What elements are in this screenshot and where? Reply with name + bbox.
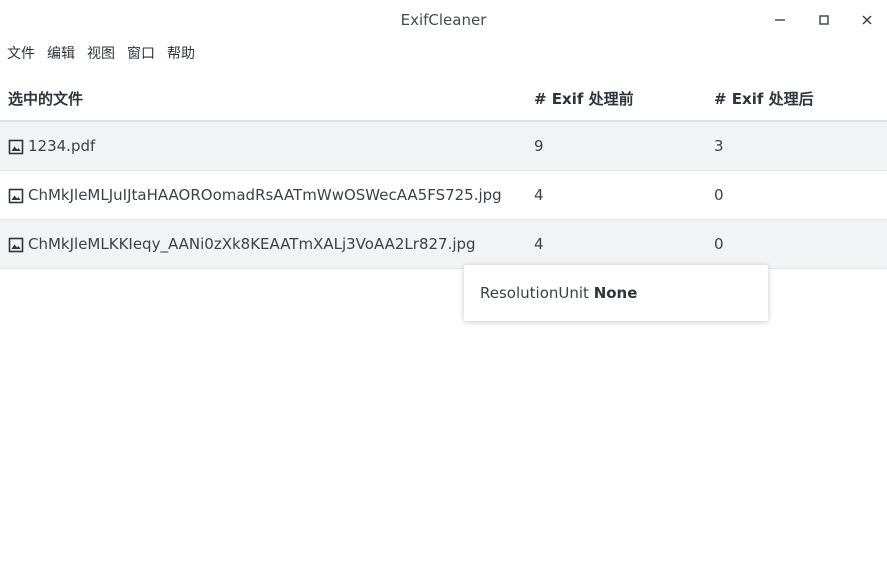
tooltip-text: ResolutionUnit None (480, 284, 637, 302)
exif-before-value: 9 (534, 137, 544, 155)
app-window: ExifCleaner 文件 编辑 视图 窗口 帮助 选中的文件 # Exif … (0, 0, 887, 577)
file-name: ChMkJleMLJuIJtaHAAOROomadRsAATmWwOSWecAA… (28, 186, 502, 204)
image-file-icon (8, 188, 24, 204)
title-bar: ExifCleaner (0, 0, 887, 40)
file-name: 1234.pdf (28, 137, 96, 155)
header-exif-before: # Exif 处理前 (534, 90, 634, 108)
files-table: 选中的文件 # Exif 处理前 # Exif 处理后 1234.pdf 9 3 (0, 74, 887, 269)
menu-file[interactable]: 文件 (7, 43, 35, 63)
window-title: ExifCleaner (400, 11, 487, 29)
exif-before-value: 4 (534, 235, 544, 253)
file-name: ChMkJleMLKKIeqy_AANi0zXk8KEAATmXALj3VoAA… (28, 235, 476, 253)
tooltip-value: None (593, 284, 638, 302)
exif-after-value: 0 (714, 235, 724, 253)
maximize-button[interactable] (812, 8, 836, 32)
exif-tooltip: ResolutionUnit None (464, 265, 768, 321)
header-exif-after: # Exif 处理后 (714, 90, 814, 108)
menu-help[interactable]: 帮助 (167, 43, 195, 63)
maximize-icon (819, 15, 829, 25)
minimize-button[interactable] (768, 8, 792, 32)
menu-view[interactable]: 视图 (87, 43, 115, 63)
tooltip-key: ResolutionUnit (480, 284, 589, 302)
exif-after-value: 0 (714, 186, 724, 204)
table-row[interactable]: 1234.pdf 9 3 (0, 122, 887, 171)
file-cell: ChMkJleMLKKIeqy_AANi0zXk8KEAATmXALj3VoAA… (8, 235, 476, 253)
menu-edit[interactable]: 编辑 (47, 43, 75, 63)
menu-window[interactable]: 窗口 (127, 43, 155, 63)
exif-after-value: 3 (714, 137, 724, 155)
exif-before-value: 4 (534, 186, 544, 204)
table-header: 选中的文件 # Exif 处理前 # Exif 处理后 (0, 74, 887, 122)
menu-bar: 文件 编辑 视图 窗口 帮助 (0, 42, 201, 64)
image-file-icon (8, 237, 24, 253)
file-cell: ChMkJleMLJuIJtaHAAOROomadRsAATmWwOSWecAA… (8, 186, 502, 204)
minimize-icon (775, 19, 785, 21)
table-row[interactable]: ChMkJleMLKKIeqy_AANi0zXk8KEAATmXALj3VoAA… (0, 220, 887, 269)
table-row[interactable]: ChMkJleMLJuIJtaHAAOROomadRsAATmWwOSWecAA… (0, 171, 887, 220)
close-button[interactable] (855, 8, 879, 32)
image-file-icon (8, 139, 24, 155)
file-cell: 1234.pdf (8, 137, 95, 155)
close-icon (862, 15, 872, 25)
header-selected-files: 选中的文件 (8, 90, 84, 108)
